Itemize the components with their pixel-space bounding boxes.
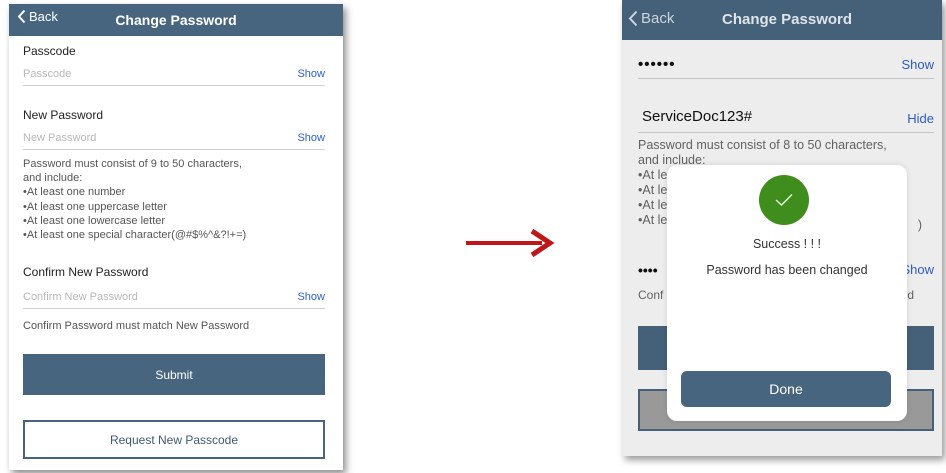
rule-line: •At least one lowercase letter: [23, 214, 166, 227]
passcode-input[interactable]: Passcode: [23, 68, 71, 80]
dialog-message: Password has been changed: [706, 263, 868, 277]
success-badge: [759, 175, 809, 225]
rule-line: and include:: [23, 172, 83, 185]
new-password-input[interactable]: New Password: [23, 132, 96, 144]
rule-line: •At least one uppercase letter: [23, 200, 167, 213]
confirm-password-show-toggle[interactable]: Show: [297, 291, 325, 303]
password-rules: Password must consist of 9 to 50 charact…: [23, 157, 246, 242]
checkmark-icon: [775, 194, 793, 206]
rule-line: •At least one number: [23, 186, 126, 199]
passcode-label: Passcode: [23, 44, 76, 58]
confirm-password-field[interactable]: Confirm New Password Show: [23, 287, 325, 309]
submit-button[interactable]: Submit: [23, 354, 325, 395]
passcode-field[interactable]: Passcode Show: [23, 64, 325, 86]
match-note: Confirm Password must match New Password: [23, 320, 250, 332]
change-password-screen-before: Back Change Password Passcode Passcode S…: [9, 4, 343, 470]
confirm-password-label: Confirm New Password: [23, 265, 149, 279]
transition-arrow-icon: [466, 228, 555, 258]
rule-line: Password must consist of 9 to 50 charact…: [23, 158, 242, 170]
comparison-canvas: Back Change Password Passcode Passcode S…: [0, 0, 946, 473]
confirm-password-input[interactable]: Confirm New Password: [23, 291, 138, 303]
nav-bar: Back Change Password: [9, 4, 343, 36]
new-password-field[interactable]: New Password Show: [23, 128, 325, 150]
dialog-title: Success ! ! !: [752, 237, 822, 251]
done-button[interactable]: Done: [681, 371, 891, 407]
success-dialog: Success ! ! ! Password has been changed …: [667, 165, 907, 421]
passcode-show-toggle[interactable]: Show: [297, 68, 325, 80]
new-password-label: New Password: [23, 108, 104, 122]
request-new-passcode-button[interactable]: Request New Passcode: [23, 420, 325, 459]
rule-line: •At least one special character(@#$%^&?!…: [23, 229, 247, 242]
new-password-show-toggle[interactable]: Show: [297, 132, 325, 144]
change-password-screen-after: Back Change Password •••••• Show Service…: [622, 0, 942, 456]
page-title: Change Password: [115, 12, 237, 28]
